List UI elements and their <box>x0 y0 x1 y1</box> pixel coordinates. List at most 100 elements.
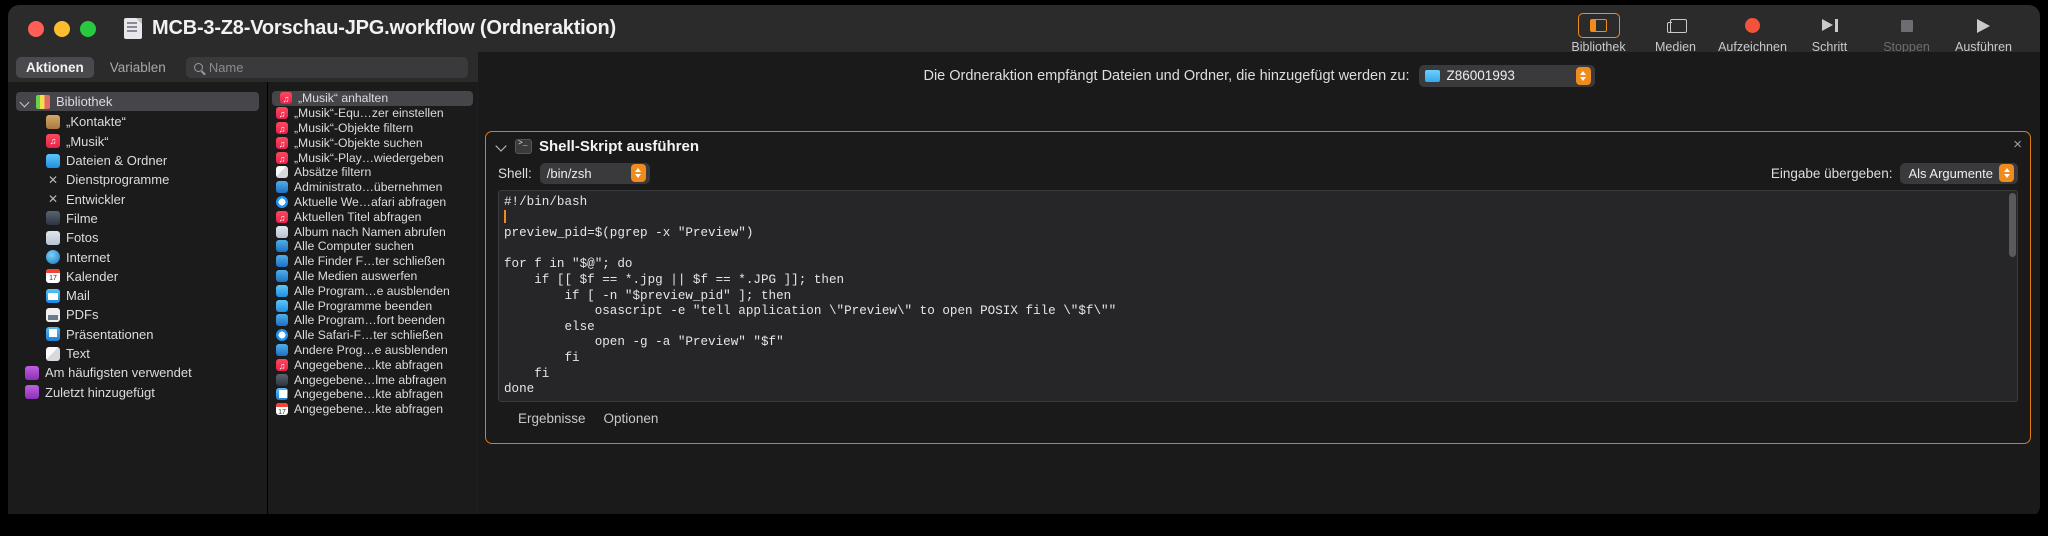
search-field[interactable] <box>185 56 468 78</box>
toolbar-button-medien[interactable]: Medien <box>1637 7 1714 54</box>
toolbar-button-aufzeichnen[interactable]: Aufzeichnen <box>1714 7 1791 54</box>
action-item[interactable]: Alle Finder F…ter schließen <box>268 254 477 269</box>
action-item[interactable]: Absätze filtern <box>268 165 477 180</box>
action-item-label: „Musik“-Objekte suchen <box>294 135 423 150</box>
script-content[interactable]: #!/bin/bash preview_pid=$(pgrep -x "Prev… <box>499 191 2017 398</box>
action-card-header: Shell-Skript ausführen × <box>486 132 2030 160</box>
tab-variablen[interactable]: Variablen <box>100 57 176 78</box>
sysprefs-icon <box>276 240 288 253</box>
document-icon <box>124 18 142 39</box>
chevron-down-icon[interactable] <box>20 97 30 107</box>
script-editor[interactable]: #!/bin/bash preview_pid=$(pgrep -x "Prev… <box>498 190 2018 402</box>
action-item-label: Alle Safari-F…ter schließen <box>294 328 444 343</box>
action-item[interactable]: ♫ Aktuellen Titel abfragen <box>268 209 477 224</box>
text-icon <box>276 166 288 179</box>
input-mode-dropdown[interactable]: Als Argumente <box>1900 162 2018 184</box>
action-item-label: Angegebene…kte abfragen <box>294 357 444 372</box>
action-item[interactable]: Alle Program…fort beenden <box>268 313 477 328</box>
library-list[interactable]: Bibliothek „Kontakte“ ♫ „Musik“ Dateien & Or… <box>8 82 268 517</box>
automator-window: MCB-3-Z8-Vorschau-JPG.workflow (Ordnerak… <box>0 0 2048 536</box>
action-item[interactable]: Angegebene…lme abfragen <box>268 372 477 387</box>
action-item[interactable]: ♫ „Musik“-Objekte suchen <box>268 135 477 150</box>
action-card-shell-script: Shell-Skript ausführen × Shell: /bin/zsh… <box>485 131 2031 444</box>
action-item[interactable]: Angegebene…kte abfragen <box>268 402 477 417</box>
library-item[interactable]: Internet <box>8 247 267 266</box>
search-input[interactable] <box>208 59 460 75</box>
toolbar-button-bibliothek[interactable]: Bibliothek <box>1560 7 1637 54</box>
library-item[interactable]: Bibliothek <box>16 92 259 112</box>
library-item[interactable]: Mail <box>8 286 267 305</box>
library-item[interactable]: PDFs <box>8 305 267 324</box>
library-item[interactable]: Filme <box>8 209 267 228</box>
library-item[interactable]: Präsentationen <box>8 325 267 344</box>
action-item-label: Alle Finder F…ter schließen <box>294 254 446 269</box>
library-item[interactable]: Zuletzt hinzugefügt <box>8 382 267 401</box>
action-item[interactable]: Album nach Namen abrufen <box>268 224 477 239</box>
toolbar-button-stoppen: Stoppen <box>1868 7 1945 54</box>
shell-value: /bin/zsh <box>546 165 592 181</box>
action-item-label: „Musik“-Equ…zer einstellen <box>294 106 444 121</box>
tab-ergebnisse[interactable]: Ergebnisse <box>518 411 586 426</box>
action-item[interactable]: Alle Safari-F…ter schließen <box>268 328 477 343</box>
action-item-label: Alle Medien auswerfen <box>294 268 418 283</box>
sysprefs-icon <box>276 181 288 194</box>
finder-icon <box>276 299 288 312</box>
library-item-label: PDFs <box>66 307 99 323</box>
folder-selector[interactable]: Z86001993 <box>1418 64 1595 87</box>
mail-icon <box>46 288 60 303</box>
action-item[interactable]: Administrato…übernehmen <box>268 180 477 195</box>
minimize-window-button[interactable] <box>54 20 70 37</box>
toolbar-button-schritt[interactable]: Schritt <box>1791 7 1868 54</box>
library-item[interactable]: ✕ Dienstprogramme <box>8 170 267 189</box>
action-item[interactable]: ♫ „Musik“ anhalten <box>272 91 473 106</box>
library-item[interactable]: „Kontakte“ <box>8 112 267 131</box>
stepper-icon[interactable] <box>1575 66 1591 85</box>
library-item-label: Dateien & Ordner <box>66 153 168 169</box>
finder-icon <box>276 284 288 297</box>
toolbar-button-ausfuehren[interactable]: Ausführen <box>1945 7 2022 54</box>
sysprefs-icon <box>276 314 288 327</box>
action-item[interactable]: ♫ Angegebene…kte abfragen <box>268 357 477 372</box>
action-item[interactable]: Aktuelle We…afari abfragen <box>268 195 477 210</box>
stepper-icon[interactable] <box>630 164 646 182</box>
library-item-label: Text <box>66 346 90 361</box>
library-item[interactable]: Kalender <box>8 267 267 286</box>
library-item[interactable]: Text <box>8 344 267 363</box>
action-item-label: Administrato…übernehmen <box>294 180 443 195</box>
tab-optionen[interactable]: Optionen <box>604 411 659 426</box>
action-item-label: Aktuelle We…afari abfragen <box>294 194 447 209</box>
library-item[interactable]: Fotos <box>8 228 267 247</box>
library-item[interactable]: Am häufigsten verwendet <box>8 363 267 382</box>
action-item[interactable]: Andere Prog…e ausblenden <box>268 343 477 358</box>
shell-dropdown[interactable]: /bin/zsh <box>539 162 650 184</box>
actions-list[interactable]: ♫ „Musik“ anhalten ♫ „Musik“-Equ…zer einste… <box>268 82 477 517</box>
tab-aktionen[interactable]: Aktionen <box>16 56 94 78</box>
action-item[interactable]: Alle Program…e ausblenden <box>268 283 477 298</box>
purple-folder-icon <box>25 385 39 400</box>
safari-icon <box>276 329 288 342</box>
action-item[interactable]: ♫ „Musik“-Objekte filtern <box>268 121 477 136</box>
action-item[interactable]: ♫ „Musik“-Equ…zer einstellen <box>268 106 477 121</box>
action-item[interactable]: Angegebene…kte abfragen <box>268 387 477 402</box>
folder-name: Z86001993 <box>1446 68 1515 83</box>
books-icon <box>36 94 50 109</box>
music-icon: ♫ <box>276 107 288 120</box>
chevron-down-icon[interactable] <box>496 140 508 152</box>
library-item[interactable]: Dateien & Ordner <box>8 151 267 170</box>
close-window-button[interactable] <box>28 20 44 37</box>
scrollbar-vertical[interactable] <box>2009 193 2016 257</box>
library-item[interactable]: ♫ „Musik“ <box>8 132 267 151</box>
action-item[interactable]: Alle Programme beenden <box>268 298 477 313</box>
library-item[interactable]: ✕ Entwickler <box>8 189 267 208</box>
action-item[interactable]: Alle Medien auswerfen <box>268 269 477 284</box>
stepper-icon[interactable] <box>1999 164 2014 182</box>
finder-icon <box>46 153 60 168</box>
action-item[interactable]: ♫ „Musik“-Play…wiedergeben <box>268 150 477 165</box>
media-icon <box>1655 13 1697 38</box>
shell-label: Shell: <box>498 165 532 181</box>
text-caret <box>504 210 506 223</box>
library-item-label: Internet <box>66 249 111 265</box>
maximize-window-button[interactable] <box>80 20 96 37</box>
close-icon[interactable]: × <box>2013 137 2022 152</box>
action-item[interactable]: Alle Computer suchen <box>268 239 477 254</box>
